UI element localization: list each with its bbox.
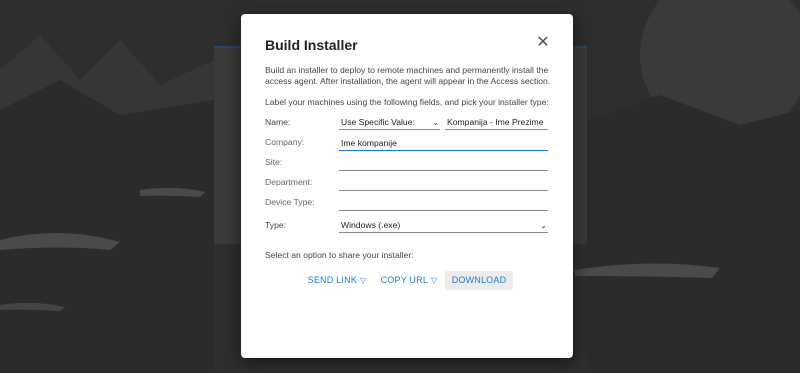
close-icon[interactable]: ✕ (535, 35, 551, 51)
site-input[interactable] (339, 157, 548, 171)
dialog-title: Build Installer (265, 37, 358, 53)
dialog-description: Build an installer to deploy to remote m… (265, 65, 551, 86)
company-input[interactable]: Ime kompanije (339, 137, 548, 151)
chevron-down-icon: ⌄ (540, 221, 547, 230)
device-type-label: Device Type: (265, 197, 315, 207)
triangle-down-icon: ▽ (431, 276, 438, 285)
copy-url-label: COPY URL (380, 275, 429, 285)
name-value-input[interactable]: Kompanija - Ime Prezime (445, 116, 548, 130)
triangle-down-icon: ▽ (359, 276, 367, 285)
download-button[interactable]: DOWNLOAD (445, 271, 513, 290)
installer-type-select[interactable]: Windows (.exe) ⌄ (339, 219, 548, 233)
build-installer-dialog: Build Installer ✕ Build an installer to … (241, 14, 573, 358)
department-input[interactable] (339, 177, 548, 191)
chevron-down-icon: ⌄ (432, 118, 439, 127)
device-type-input[interactable] (339, 197, 548, 211)
site-label: Site: (265, 157, 283, 167)
send-link-label: SEND LINK (307, 275, 357, 285)
name-mode-value: Use Specific Value: (341, 117, 415, 127)
company-label: Company: (265, 137, 305, 147)
send-link-button[interactable]: SEND LINK ▽ (305, 271, 369, 290)
copy-url-button[interactable]: COPY URL ▽ (379, 271, 439, 290)
department-label: Department: (265, 177, 313, 187)
type-label: Type: (265, 220, 287, 230)
installer-type-value: Windows (.exe) (341, 220, 401, 230)
share-label: Select an option to share your installer… (265, 250, 414, 260)
name-label: Name: (265, 117, 291, 127)
fields-prompt: Label your machines using the following … (265, 97, 549, 107)
download-label: DOWNLOAD (451, 275, 507, 285)
name-mode-select[interactable]: Use Specific Value: ⌄ (339, 116, 440, 130)
